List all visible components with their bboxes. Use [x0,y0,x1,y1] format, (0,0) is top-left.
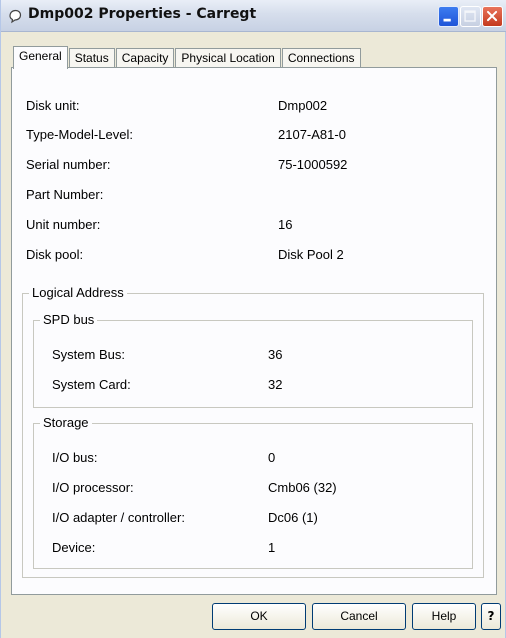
tab-physical-location[interactable]: Physical Location [175,48,281,68]
serial-number-label: Serial number: [26,157,111,172]
tab-status[interactable]: Status [68,48,115,68]
system-card-row: System Card: 32 [34,377,472,393]
disk-pool-label: Disk pool: [26,247,84,262]
type-model-level-label: Type-Model-Level: [26,127,133,142]
serial-number-value: 75-1000592 [278,157,348,172]
io-adapter-row: I/O adapter / controller: Dc06 (1) [34,510,472,526]
io-adapter-label: I/O adapter / controller: [52,510,185,525]
disk-unit-icon [9,9,22,24]
serial-number-row: Serial number: 75-1000592 [12,157,496,173]
io-bus-label: I/O bus: [52,450,98,465]
system-bus-label: System Bus: [52,347,125,362]
unit-number-label: Unit number: [26,217,101,232]
device-row: Device: 1 [34,540,472,556]
type-model-level-value: 2107-A81-0 [278,127,346,142]
type-model-level-row: Type-Model-Level: 2107-A81-0 [12,127,496,143]
tab-strip: General Status Capacity Physical Locatio… [13,46,362,69]
disk-unit-label: Disk unit: [26,98,80,113]
storage-title: Storage [40,415,92,430]
device-label: Device: [52,540,96,555]
close-icon [486,10,498,22]
io-processor-label: I/O processor: [52,480,134,495]
minimize-icon [443,18,451,22]
properties-window: Dmp002 Properties - Carregt General Stat… [0,0,506,638]
tab-capacity[interactable]: Capacity [115,48,175,68]
device-value: 1 [268,540,276,555]
io-bus-row: I/O bus: 0 [34,450,472,466]
disk-pool-row: Disk pool: Disk Pool 2 [12,247,496,263]
system-bus-value: 36 [268,347,283,362]
io-bus-value: 0 [268,450,276,465]
disk-unit-value: Dmp002 [278,98,328,113]
spd-bus-group: SPD bus System Bus: 36 System Card: 32 [33,312,473,408]
part-number-label: Part Number: [26,187,104,202]
disk-unit-row: Disk unit: Dmp002 [12,98,496,114]
io-processor-value: Cmb06 (32) [268,480,337,495]
title-bar[interactable]: Dmp002 Properties - Carregt [1,0,506,32]
minimize-button[interactable] [438,6,459,27]
whats-this-button[interactable]: ? [481,603,501,630]
help-button[interactable]: Help [412,603,476,630]
system-bus-row: System Bus: 36 [34,347,472,363]
close-button[interactable] [482,6,503,27]
window-title: Dmp002 Properties - Carregt [28,6,257,22]
logical-address-group: Logical Address SPD bus System Bus: 36 S… [22,285,484,578]
maximize-button[interactable] [460,6,481,27]
spd-bus-title: SPD bus [40,312,98,327]
io-adapter-value: Dc06 (1) [268,510,318,525]
general-tab-panel: Disk unit: Dmp002 Type-Model-Level: 2107… [11,67,497,595]
logical-address-title: Logical Address [29,285,127,300]
unit-number-row: Unit number: 16 [12,217,496,233]
tab-connections[interactable]: Connections [281,48,361,68]
cancel-button[interactable]: Cancel [312,603,406,630]
tab-general[interactable]: General [13,46,68,69]
part-number-row: Part Number: [12,187,496,203]
maximize-icon [464,10,476,22]
ok-button[interactable]: OK [212,603,306,630]
disk-pool-value: Disk Pool 2 [278,247,344,262]
storage-group: Storage I/O bus: 0 I/O processor: Cmb06 … [33,415,473,569]
system-card-value: 32 [268,377,283,392]
system-card-label: System Card: [52,377,131,392]
io-processor-row: I/O processor: Cmb06 (32) [34,480,472,496]
unit-number-value: 16 [278,217,293,232]
